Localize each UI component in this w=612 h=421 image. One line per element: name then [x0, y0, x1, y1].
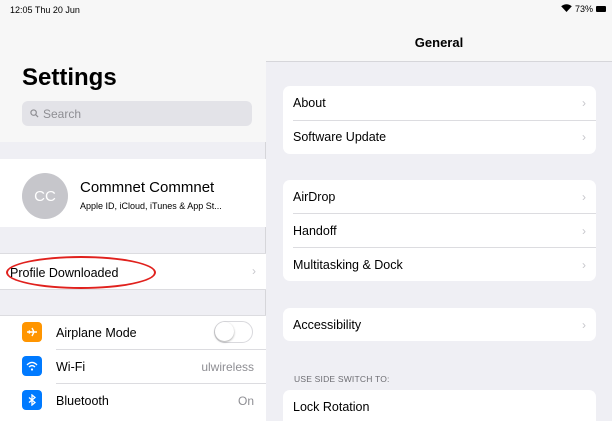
chevron-right-icon: › — [582, 130, 586, 144]
general-item-airdrop[interactable]: AirDrop › — [283, 180, 596, 213]
sidebar-item-airplane-mode[interactable]: Airplane Mode — [0, 316, 266, 349]
settings-sidebar: 12:05 Thu 20 Jun Settings CC Commnet Com… — [0, 0, 266, 421]
general-item-label: Software Update — [293, 130, 387, 144]
sidebar-item-bluetooth[interactable]: Bluetooth On — [0, 384, 266, 417]
side-switch-lock-rotation[interactable]: Lock Rotation — [283, 390, 596, 421]
general-item-accessibility[interactable]: Accessibility › — [283, 308, 596, 341]
chevron-right-icon: › — [582, 189, 586, 204]
chevron-right-icon: › — [582, 223, 586, 238]
general-item-label: About — [293, 96, 326, 110]
nav-title: General — [414, 35, 464, 50]
connectivity-group: Airplane Mode Wi-Fi ulwireless Bluetooth… — [0, 315, 266, 421]
side-switch-group: Lock Rotation — [283, 390, 596, 421]
account-subtitle: Apple ID, iCloud, iTunes & App St... — [80, 201, 222, 211]
wifi-icon — [22, 356, 42, 376]
general-item-handoff[interactable]: Handoff › — [283, 214, 596, 247]
annotation-ellipse — [6, 256, 156, 289]
airplane-mode-toggle[interactable] — [214, 321, 253, 343]
account-name: Commnet Commnet — [80, 179, 215, 196]
general-item-software-update[interactable]: Software Update › — [283, 120, 596, 154]
page-title: Settings — [22, 64, 117, 91]
toggle-knob — [215, 322, 234, 341]
general-group-3: Accessibility › — [283, 308, 596, 341]
account-row[interactable]: CC Commnet Commnet Apple ID, iCloud, iTu… — [0, 159, 266, 227]
side-switch-section-header: USE SIDE SWITCH TO: — [294, 374, 390, 384]
bluetooth-status-value: On — [237, 393, 254, 408]
general-item-label: AirDrop — [293, 189, 336, 204]
status-time-date: 12:05 Thu 20 Jun — [10, 5, 80, 15]
wifi-network-value: ulwireless — [201, 359, 254, 374]
sidebar-item-wifi[interactable]: Wi-Fi ulwireless — [0, 350, 266, 383]
general-group-2: AirDrop › Handoff › Multitasking & Dock … — [283, 180, 596, 281]
sidebar-item-label: Airplane Mode — [56, 325, 137, 340]
chevron-right-icon: › — [582, 317, 586, 332]
avatar: CC — [22, 173, 68, 219]
general-detail-pane: General 73% About › Software Update › Ai… — [266, 0, 612, 421]
sidebar-item-label: Wi-Fi — [56, 359, 86, 374]
wifi-icon — [561, 4, 572, 14]
chevron-right-icon: › — [582, 257, 586, 272]
chevron-right-icon: › — [582, 96, 586, 110]
general-item-about[interactable]: About › — [283, 86, 596, 120]
general-item-label: Accessibility — [293, 317, 362, 332]
battery-percentage: 73% — [574, 4, 593, 14]
battery-icon — [596, 6, 606, 12]
search-icon — [30, 107, 39, 121]
chevron-right-icon: › — [252, 264, 256, 278]
search-input[interactable] — [43, 106, 243, 121]
general-item-multitasking-dock[interactable]: Multitasking & Dock › — [283, 248, 596, 281]
side-switch-option-label: Lock Rotation — [293, 399, 370, 414]
search-field[interactable] — [22, 101, 252, 126]
general-item-label: Handoff — [293, 223, 337, 238]
bluetooth-icon — [22, 390, 42, 410]
status-indicators: 73% — [561, 4, 606, 14]
sidebar-item-label: Bluetooth — [56, 393, 109, 408]
general-group-1: About › Software Update › — [283, 86, 596, 154]
general-item-label: Multitasking & Dock — [293, 257, 403, 272]
airplane-icon — [22, 322, 42, 342]
